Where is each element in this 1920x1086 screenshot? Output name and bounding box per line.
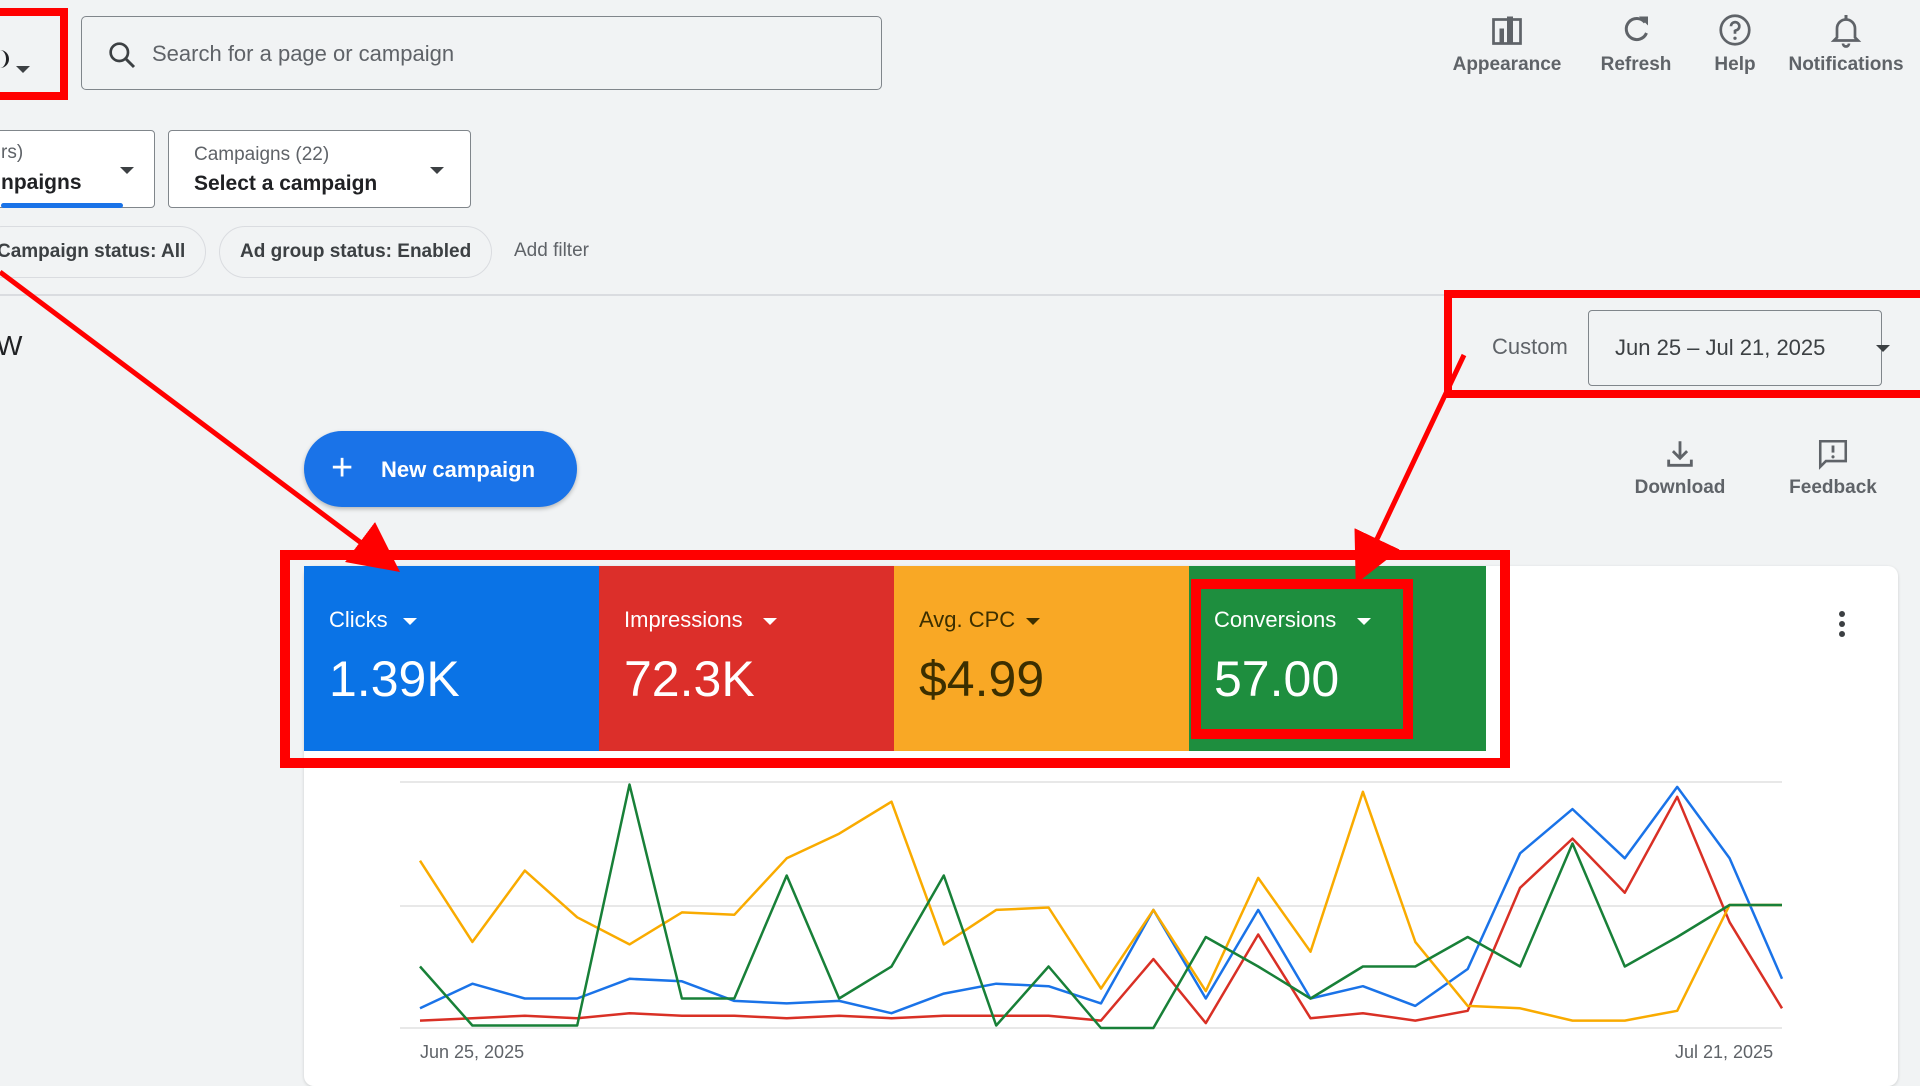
annotation-arrows [0, 270, 1467, 585]
arrow-to-conversions [1354, 353, 1467, 585]
arrow-to-metrics [0, 270, 400, 572]
